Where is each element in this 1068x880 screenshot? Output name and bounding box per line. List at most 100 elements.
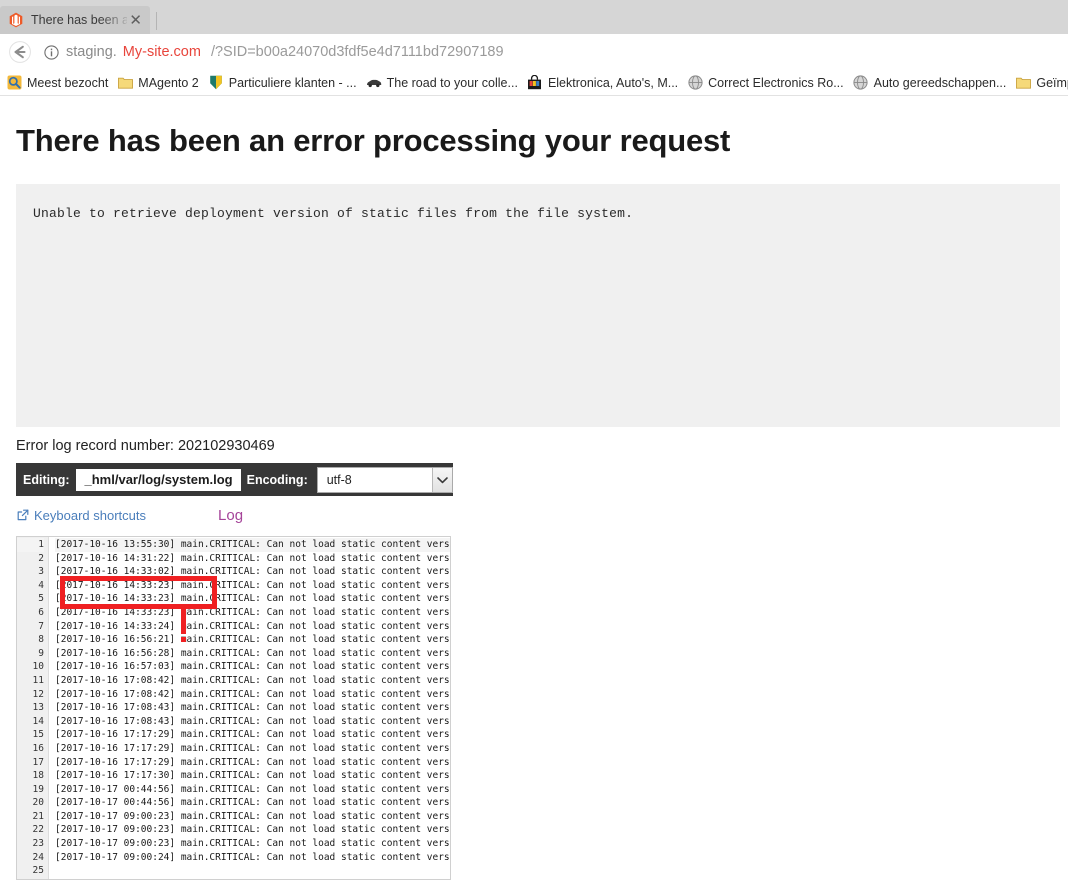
- bookmark-elektronica[interactable]: Elektronica, Auto's, M...: [525, 75, 685, 91]
- log-line: [2017-10-16 16:57:03] main.CRITICAL: Can…: [55, 661, 450, 673]
- encoding-label: Encoding:: [246, 472, 308, 487]
- browser-tab[interactable]: There has been an ✕: [0, 6, 150, 34]
- close-icon[interactable]: ✕: [127, 13, 144, 28]
- url-domain: My-site.com: [122, 44, 201, 60]
- editor-header-bar: Editing: _hml/var/log/system.log Encodin…: [16, 463, 453, 496]
- line-number: 18: [32, 770, 44, 782]
- line-number: 1: [17, 538, 44, 552]
- bookmark-magento-2[interactable]: MAgento 2: [115, 75, 205, 91]
- line-number: 11: [32, 674, 44, 686]
- bookmark-auto-gereedschappen[interactable]: Auto gereedschappen...: [851, 75, 1014, 91]
- car-icon: [366, 75, 382, 91]
- bookmark-label: Correct Electronics Ro...: [708, 75, 844, 90]
- url-subdomain: staging.: [66, 44, 117, 60]
- log-line: [2017-10-16 16:56:21] main.CRITICAL: Can…: [55, 634, 450, 646]
- log-line: [2017-10-16 17:17:29] main.CRITICAL: Can…: [55, 756, 450, 768]
- bookmark-label: Auto gereedschappen...: [873, 75, 1007, 90]
- tab-strip: There has been an ✕: [0, 0, 1068, 34]
- bookmark-label: The road to your colle...: [386, 75, 518, 90]
- line-number: 23: [32, 838, 44, 850]
- shield-icon: [208, 75, 224, 91]
- log-line: [2017-10-16 14:31:22] main.CRITICAL: Can…: [55, 552, 450, 564]
- log-line: [2017-10-17 00:44:56] main.CRITICAL: Can…: [55, 797, 450, 809]
- log-line: [2017-10-16 17:08:42] main.CRITICAL: Can…: [55, 688, 450, 700]
- tab-title: There has been an: [31, 13, 128, 27]
- bookmark-correct-electronics[interactable]: Correct Electronics Ro...: [685, 75, 850, 91]
- log-line: [2017-10-16 16:56:28] main.CRITICAL: Can…: [55, 647, 450, 659]
- error-log-record-number: Error log record number: 202102930469: [16, 438, 275, 454]
- browser-chrome: There has been an ✕ staging. My-site.com: [0, 0, 1068, 96]
- line-number: 25: [32, 865, 44, 877]
- log-line: [2017-10-17 00:44:56] main.CRITICAL: Can…: [55, 783, 450, 795]
- editing-label: Editing:: [23, 472, 70, 487]
- line-number-gutter: 1 2 3 4 5 6 7 8 9 10 11 12 13 14 15 16 17 18 19 20 21 22 23 24 2…: [17, 537, 49, 879]
- back-arrow-icon[interactable]: [6, 38, 34, 66]
- line-number: 6: [38, 606, 44, 618]
- bookmarks-bar: Meest bezocht MAgento 2 Particuliere kla…: [0, 70, 1068, 96]
- folder-icon: [117, 75, 133, 91]
- bookmark-particuliere-klanten[interactable]: Particuliere klanten - ...: [206, 75, 364, 91]
- log-line: [2017-10-17 09:00:24] main.CRITICAL: Can…: [55, 851, 450, 863]
- error-message-text: Unable to retrieve deployment version of…: [33, 206, 634, 221]
- line-number: 14: [32, 715, 44, 727]
- log-line: [2017-10-17 09:00:23] main.CRITICAL: Can…: [55, 838, 450, 850]
- most-visited-icon: [6, 75, 22, 91]
- info-icon[interactable]: [42, 43, 60, 61]
- file-name-value[interactable]: _hml/var/log/system.log: [75, 468, 241, 491]
- address-bar[interactable]: staging. My-site.com /?SID=b00a24070d3fd…: [38, 38, 1062, 66]
- error-message-box: Unable to retrieve deployment version of…: [16, 184, 1060, 427]
- line-number: 8: [38, 634, 44, 646]
- encoding-select[interactable]: utf-8: [316, 466, 453, 493]
- log-line: [2017-10-16 14:33:23] main.CRITICAL: Can…: [55, 593, 450, 605]
- log-line: [2017-10-16 13:55:30] main.CRITICAL: Can…: [55, 538, 450, 552]
- external-link-icon: [16, 509, 29, 522]
- log-line: [2017-10-16 17:17:29] main.CRITICAL: Can…: [55, 742, 450, 754]
- log-content[interactable]: [2017-10-16 13:55:30] main.CRITICAL: Can…: [49, 537, 450, 879]
- log-line: [2017-10-17 09:00:23] main.CRITICAL: Can…: [55, 824, 450, 836]
- bookmark-label: MAgento 2: [138, 75, 199, 90]
- bookmark-label: Elektronica, Auto's, M...: [547, 75, 679, 90]
- log-line: [2017-10-16 17:08:43] main.CRITICAL: Can…: [55, 702, 450, 714]
- annotation-pointer-dot: [181, 637, 186, 642]
- bookmark-meest-bezocht[interactable]: Meest bezocht: [4, 75, 115, 91]
- log-line: [2017-10-16 14:33:23] main.CRITICAL: Can…: [55, 606, 450, 618]
- globe-icon: [853, 75, 869, 91]
- line-number: 12: [32, 688, 44, 700]
- bookmark-label: Particuliere klanten - ...: [228, 75, 357, 90]
- log-line: [2017-10-16 17:17:30] main.CRITICAL: Can…: [55, 770, 450, 782]
- line-number: 9: [38, 647, 44, 659]
- line-number: 7: [38, 620, 44, 632]
- line-number: 13: [32, 702, 44, 714]
- line-number: 15: [32, 729, 44, 741]
- log-line: [2017-10-16 17:08:43] main.CRITICAL: Can…: [55, 715, 450, 727]
- line-number: 3: [38, 566, 44, 578]
- line-number: 5: [38, 593, 44, 605]
- page-title: There has been an error processing your …: [16, 123, 731, 158]
- magento-icon: [8, 12, 24, 28]
- line-number: 10: [32, 661, 44, 673]
- globe-icon: [687, 75, 703, 91]
- line-number: 2: [38, 552, 44, 564]
- page-content: There has been an error processing your …: [0, 123, 1068, 880]
- keyboard-shortcuts-link[interactable]: Keyboard shortcuts: [16, 508, 146, 523]
- line-number: 24: [32, 851, 44, 863]
- encoding-selected-value: utf-8: [326, 472, 352, 487]
- chevron-down-icon[interactable]: [432, 467, 452, 492]
- log-line: [2017-10-16 14:33:02] main.CRITICAL: Can…: [55, 566, 450, 578]
- line-number: 16: [32, 742, 44, 754]
- line-number: 17: [32, 756, 44, 768]
- annotation-log-label: Log: [218, 506, 244, 524]
- browser-toolbar: staging. My-site.com /?SID=b00a24070d3fd…: [0, 34, 1068, 70]
- log-line: [2017-10-16 14:33:24] main.CRITICAL: Can…: [55, 620, 450, 632]
- log-code-editor[interactable]: 1 2 3 4 5 6 7 8 9 10 11 12 13 14 15 16 17 18 19 20 21 22 23 24 2…: [16, 536, 451, 880]
- log-line: [2017-10-16 14:33:23] main.CRITICAL: Can…: [55, 579, 450, 591]
- line-number: 4: [38, 579, 44, 591]
- bookmark-the-road-to-your-college[interactable]: The road to your colle...: [364, 75, 525, 91]
- url-path: /?SID=b00a24070d3fdf5e4d7111bd72907189: [210, 44, 504, 60]
- folder-icon: [1015, 75, 1031, 91]
- log-line: [2017-10-16 17:08:42] main.CRITICAL: Can…: [55, 674, 450, 686]
- log-line: [2017-10-16 17:17:29] main.CRITICAL: Can…: [55, 729, 450, 741]
- editor-subbar: Keyboard shortcuts Log: [16, 504, 1068, 526]
- bookmark-geimporteerd[interactable]: Geïmporteerd: [1013, 75, 1068, 91]
